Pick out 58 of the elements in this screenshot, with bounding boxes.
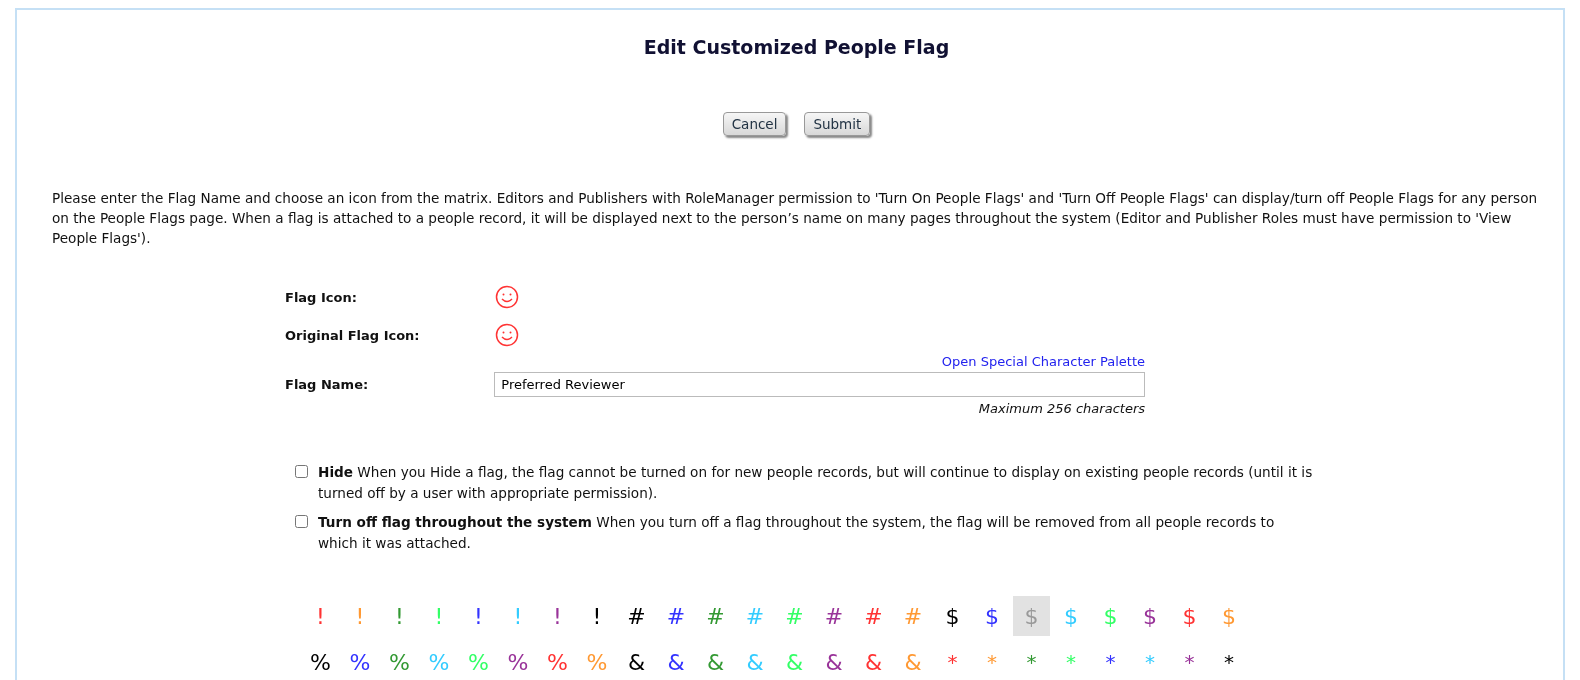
- icon-choice[interactable]: %: [381, 642, 418, 680]
- icon-choice[interactable]: &: [855, 642, 892, 680]
- icon-choice[interactable]: %: [578, 642, 616, 680]
- icon-choice[interactable]: *: [1210, 642, 1248, 680]
- icon-choice[interactable]: #: [736, 596, 774, 636]
- icon-choice[interactable]: %: [539, 642, 576, 680]
- icon-choice[interactable]: &: [697, 642, 734, 680]
- icon-choice[interactable]: &: [618, 642, 655, 680]
- icon-choice[interactable]: !: [578, 596, 616, 636]
- icon-choice[interactable]: *: [934, 642, 971, 680]
- icon-choice[interactable]: $: [1131, 596, 1169, 636]
- smiley-icon: [495, 323, 519, 347]
- cancel-button[interactable]: Cancel: [722, 112, 787, 136]
- icon-choice[interactable]: %: [341, 642, 379, 680]
- icon-choice[interactable]: $: [1052, 596, 1090, 636]
- icon-choice[interactable]: &: [815, 642, 853, 680]
- icon-choice[interactable]: $: [934, 596, 971, 636]
- icon-choice[interactable]: &: [657, 642, 695, 680]
- icon-choice[interactable]: *: [1013, 642, 1050, 680]
- icon-choice[interactable]: !: [460, 596, 497, 636]
- hint-text: Maximum 256 characters: [977, 401, 1145, 416]
- option-text: Turn off flag throughout the system When you turn off a flag throughout the system, the flag will be removed from all people records to which it was attached.: [318, 513, 1276, 553]
- icon-choice[interactable]: $: [973, 596, 1011, 636]
- instructions-text: Please enter the Flag Name and choose an icon from the matrix. Editors and Publishers with RoleManager permission to 'Turn On People Flags' and 'Turn Off People Flags' can display/turn off People Flags for any person on the People Flags page. When a flag is attached to a people record, it will be displayed next to the person’s name on many pages throughout the system (Editor and Publisher Roles must have permission to 'View People Flags').: [52, 189, 1539, 248]
- icon-choice[interactable]: %: [499, 642, 537, 680]
- icon-choice[interactable]: #: [894, 596, 932, 636]
- icon-choice[interactable]: $: [1013, 596, 1050, 636]
- submit-button[interactable]: Submit: [804, 112, 871, 136]
- icon-choice[interactable]: *: [1171, 642, 1208, 680]
- field-label: Flag Name:: [285, 376, 370, 392]
- checkbox[interactable]: [295, 465, 308, 478]
- checkbox[interactable]: [295, 515, 308, 528]
- option-text: Hide When you Hide a flag, the flag cannot be turned on for new people records, but will continue to display on existing people records (until it is turned off by a user with appropriate permission).: [318, 463, 1314, 503]
- field-label: Flag Icon:: [285, 289, 358, 305]
- icon-choice[interactable]: *: [973, 642, 1011, 680]
- icon-choice[interactable]: *: [1131, 642, 1169, 680]
- icon-choice[interactable]: %: [420, 642, 458, 680]
- icon-choice[interactable]: *: [1092, 642, 1129, 680]
- flag-name-field[interactable]: Preferred Reviewer: [494, 371, 1145, 397]
- icon-choice[interactable]: %: [302, 642, 339, 680]
- icon-choice[interactable]: !: [302, 596, 339, 636]
- icon-choice[interactable]: $: [1210, 596, 1248, 636]
- icon-choice[interactable]: #: [618, 596, 655, 636]
- icon-choice[interactable]: #: [855, 596, 892, 636]
- icon-choice[interactable]: &: [736, 642, 774, 680]
- icon-choice[interactable]: $: [1171, 596, 1208, 636]
- palette-link[interactable]: Open Special Character Palette: [941, 354, 1145, 369]
- icon-choice[interactable]: #: [697, 596, 734, 636]
- icon-choice[interactable]: !: [539, 596, 576, 636]
- page-title: Edit Customized People Flag: [642, 36, 951, 58]
- icon-choice[interactable]: !: [499, 596, 537, 636]
- icon-choice[interactable]: #: [657, 596, 695, 636]
- icon-choice[interactable]: &: [894, 642, 932, 680]
- icon-choice[interactable]: !: [341, 596, 379, 636]
- icon-choice[interactable]: #: [815, 596, 853, 636]
- icon-choice[interactable]: !: [381, 596, 418, 636]
- field-label: Original Flag Icon:: [285, 327, 421, 343]
- smiley-icon: [495, 285, 519, 309]
